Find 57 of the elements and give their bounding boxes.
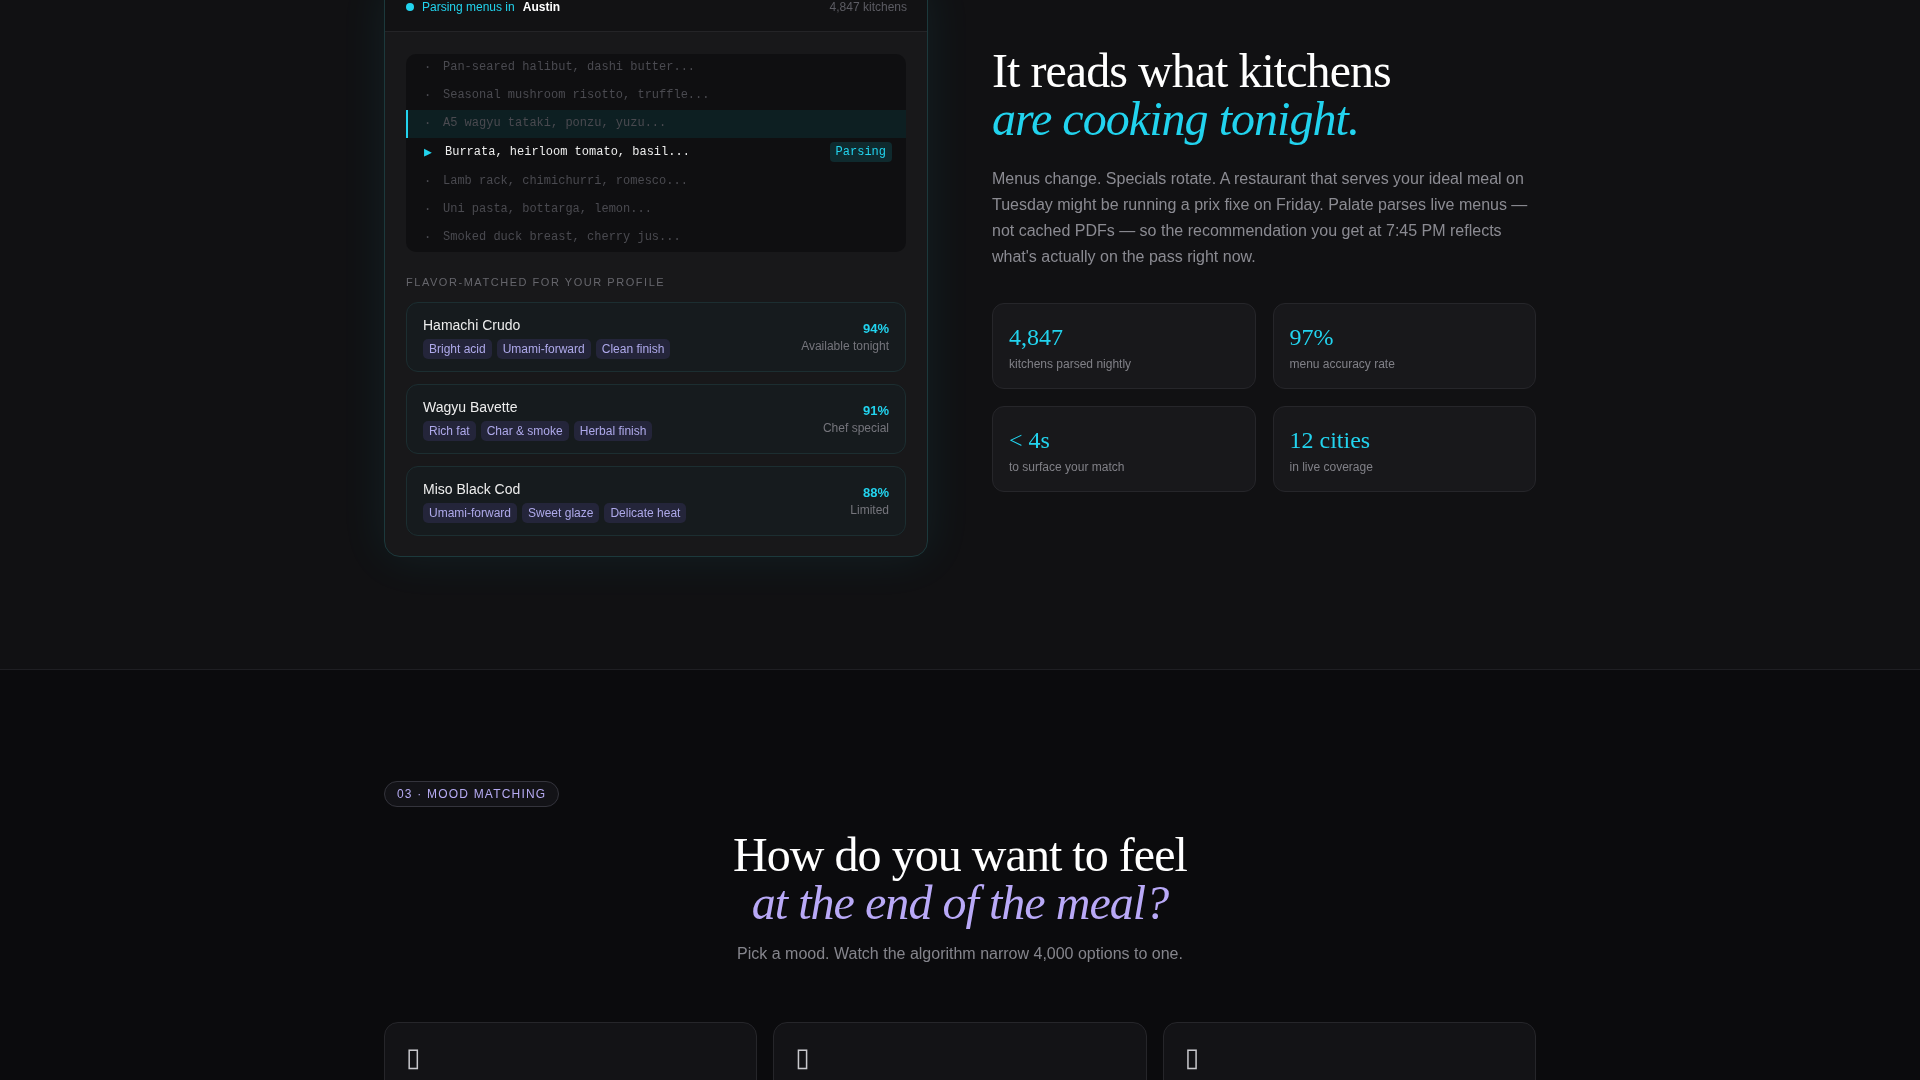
menu-item-text: Lamb rack, chimichurri, romesco... [443, 173, 688, 190]
row-marker: · [424, 173, 433, 190]
flavor-tag: Delicate heat [604, 503, 687, 523]
stat-label: kitchens parsed nightly [1009, 355, 1132, 372]
menu-item-text: Pan-seared halibut, dashi butter... [443, 59, 696, 76]
flavor-tag: Bright acid [423, 339, 492, 359]
flavor-tag: Sweet glaze [522, 503, 600, 523]
kitchen-count: 4,847 kitchens [829, 0, 907, 16]
mood-card[interactable]: ▯ [1162, 1022, 1536, 1080]
row-marker: ▶ [424, 143, 433, 162]
dish-name: Miso Black Cod [423, 480, 522, 499]
flavor-tag: Clean finish [595, 339, 671, 359]
glyph-icon: ▯ [795, 1044, 810, 1070]
match-score: 88% [862, 484, 889, 502]
mood-card[interactable]: ▯ [773, 1022, 1147, 1080]
menu-item-text: Smoked duck breast, cherry jus... [443, 229, 681, 246]
stat-value: < 4s [1009, 425, 1050, 454]
row-marker: · [424, 229, 433, 246]
flavor-tag: Herbal finish [573, 421, 653, 441]
menu-item-text: Seasonal mushroom risotto, truffle... [443, 87, 710, 104]
glyph-icon: ▯ [406, 1044, 421, 1070]
glyph-icon: ▯ [1184, 1044, 1199, 1070]
availability-note: Limited [850, 502, 889, 518]
row-marker: · [424, 59, 433, 76]
match-score: 91% [862, 402, 889, 420]
menu-item-text: A5 wagyu tataki, ponzu, yuzu... [443, 115, 667, 132]
stat-label: in live coverage [1289, 458, 1373, 475]
dish-name: Hamachi Crudo [423, 316, 522, 335]
stat-label: menu accuracy rate [1289, 355, 1395, 372]
flavor-tag: Umami-forward [423, 503, 517, 523]
flavor-tag: Char & smoke [480, 421, 569, 441]
headline: It reads what kitchens [992, 46, 1392, 95]
row-marker: · [424, 87, 433, 104]
body-text: Menus change. Specials rotate. A restaurant that serves your ideal meal on Tuesday might be running a prix fixe on Friday. Palate parses live menus — not cached PDFs — so the recommendation you get at 7:45 PM reflects what's actually on the pass right now. [992, 168, 1529, 267]
stat-value: 12 cities [1289, 425, 1371, 454]
headline: How do you want to feel [733, 831, 1187, 879]
row-marker: · [424, 201, 433, 218]
status-text: Parsing menus in [422, 0, 515, 16]
subtitle: Pick a mood. Watch the algorithm narrow 4,000 options to one. [737, 944, 1183, 964]
stat-value: 97% [1289, 322, 1334, 351]
dish-name: Wagyu Bavette [423, 398, 519, 417]
stat-value: 4,847 [1009, 322, 1063, 351]
city-name: Austin [522, 0, 561, 16]
stat-label: to surface your match [1009, 458, 1125, 475]
section-eyebrow: 03 · MOOD MATCHING [384, 781, 560, 807]
menu-item-text: Burrata, heirloom tomato, basil... [445, 144, 690, 161]
availability-note: Chef special [822, 420, 889, 436]
row-marker: · [424, 115, 433, 132]
headline-accent: are cooking tonight. [992, 94, 1360, 143]
flavor-tag: Umami-forward [496, 339, 591, 359]
section-label: FLAVOR-MATCHED FOR YOUR PROFILE [406, 275, 667, 290]
mood-card[interactable]: ▯ [384, 1022, 758, 1080]
menu-item-text: Uni pasta, bottarga, lemon... [443, 201, 652, 218]
availability-note: Available tonight [801, 338, 889, 354]
match-score: 94% [862, 320, 889, 338]
flavor-tag: Rich fat [423, 421, 476, 441]
parsing-badge: Parsing [829, 142, 892, 162]
